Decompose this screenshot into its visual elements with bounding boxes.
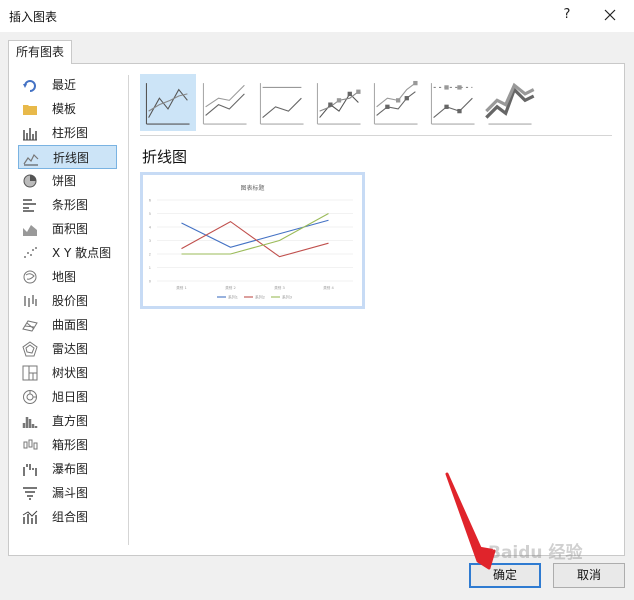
legend-label: 系列2 bbox=[255, 295, 266, 300]
horizontal-divider bbox=[140, 135, 612, 136]
sidebar-item[interactable]: 条形图 bbox=[18, 193, 117, 217]
dialog-title: 插入图表 bbox=[9, 10, 58, 24]
y-tick-label: 6 bbox=[149, 199, 151, 203]
y-tick-label: 3 bbox=[149, 239, 151, 243]
sidebar-item-label: 条形图 bbox=[52, 198, 89, 212]
sidebar-item-label: 直方图 bbox=[52, 414, 89, 428]
vertical-divider bbox=[128, 75, 129, 545]
sidebar-item[interactable]: 模板 bbox=[18, 97, 117, 121]
bar-chart-icon bbox=[22, 197, 38, 213]
preview-chart-title: 图表标题 bbox=[240, 184, 264, 192]
sidebar-item[interactable]: 旭日图 bbox=[18, 385, 117, 409]
y-tick-label: 2 bbox=[149, 253, 151, 257]
stacked-line-icon[interactable] bbox=[197, 74, 253, 131]
sidebar-item-label: 折线图 bbox=[53, 151, 90, 165]
sidebar-item-label: 瀑布图 bbox=[52, 462, 89, 476]
chart-type-list: 最近模板柱形图折线图饼图条形图面积图 X Y 散点图 地图股价图曲面图雷达图树状图旭… bbox=[18, 73, 118, 529]
sidebar-item[interactable]: X Y 散点图 bbox=[18, 241, 117, 265]
x-tick-label: 类别 1 bbox=[176, 285, 187, 290]
tab-all-charts[interactable]: 所有图表 bbox=[8, 40, 73, 64]
folder-icon bbox=[22, 101, 38, 117]
close-icon[interactable] bbox=[599, 4, 621, 26]
sidebar-item-label: 最近 bbox=[52, 78, 77, 92]
recent-icon bbox=[22, 77, 38, 93]
sidebar-item-label: 箱形图 bbox=[52, 438, 89, 452]
stock-chart-icon bbox=[22, 293, 38, 309]
sidebar-item-label: 饼图 bbox=[52, 174, 77, 188]
sidebar-item[interactable]: 树状图 bbox=[18, 361, 117, 385]
3d-line-icon[interactable] bbox=[482, 74, 538, 131]
sidebar-item[interactable]: 股价图 bbox=[18, 289, 117, 313]
box-whisker-chart-icon bbox=[22, 437, 38, 453]
sidebar-item-label: 股价图 bbox=[52, 294, 89, 308]
sidebar-item-label: 面积图 bbox=[52, 222, 89, 236]
treemap-chart-icon bbox=[22, 365, 38, 381]
help-button[interactable]: ? bbox=[556, 4, 578, 26]
sidebar-item[interactable]: 最近 bbox=[18, 73, 117, 97]
chart-preview[interactable]: 图表标题 0 1 2 3 4 5 6 类别 1 类别 2 类别 3 类别 4 系列1 系列2 系列3 bbox=[140, 172, 365, 309]
stacked-line-with-markers-icon[interactable] bbox=[368, 74, 424, 131]
sidebar-item-label: 曲面图 bbox=[52, 318, 89, 332]
sunburst-chart-icon bbox=[22, 389, 38, 405]
y-tick-label: 1 bbox=[149, 266, 151, 270]
sidebar-item[interactable]: 面积图 bbox=[18, 217, 117, 241]
scatter-chart-icon bbox=[22, 245, 38, 261]
area-chart-icon bbox=[22, 221, 38, 237]
surface-chart-icon bbox=[22, 317, 38, 333]
x-tick-label: 类别 2 bbox=[225, 285, 236, 290]
line-chart-icon bbox=[23, 150, 39, 166]
histogram-chart-icon bbox=[22, 413, 38, 429]
y-tick-label: 4 bbox=[149, 226, 152, 230]
x-tick-label: 类别 3 bbox=[274, 285, 285, 290]
sidebar-item[interactable]: 直方图 bbox=[18, 409, 117, 433]
title-bar: 插入图表 ? bbox=[0, 0, 634, 32]
sidebar-item-label: 雷达图 bbox=[52, 342, 89, 356]
y-tick-label: 0 bbox=[149, 280, 151, 284]
sidebar-item[interactable]: 地图 bbox=[18, 265, 117, 289]
sidebar-item[interactable]: 瀑布图 bbox=[18, 457, 117, 481]
y-tick-label: 5 bbox=[149, 212, 151, 216]
line-with-markers-icon[interactable] bbox=[311, 74, 367, 131]
sidebar-item-label: 树状图 bbox=[52, 366, 89, 380]
combo-chart-icon bbox=[22, 509, 38, 525]
cancel-button[interactable]: 取消 bbox=[553, 563, 625, 588]
sidebar-item[interactable]: 漏斗图 bbox=[18, 481, 117, 505]
preview-chart: 图表标题 0 1 2 3 4 5 6 类别 1 类别 2 类别 3 类别 4 系列1 系列2 系列3 bbox=[149, 184, 353, 300]
sidebar-item[interactable]: 曲面图 bbox=[18, 313, 117, 337]
legend-label: 系列3 bbox=[282, 295, 293, 300]
watermark: Baidu 经验 bbox=[488, 543, 583, 563]
ok-button[interactable]: 确定 bbox=[469, 563, 541, 588]
sidebar-item[interactable]: 雷达图 bbox=[18, 337, 117, 361]
funnel-chart-icon bbox=[22, 485, 38, 501]
column-chart-icon bbox=[22, 125, 38, 141]
waterfall-chart-icon bbox=[22, 461, 38, 477]
line-icon[interactable] bbox=[140, 74, 196, 131]
x-tick-label: 类别 4 bbox=[323, 285, 334, 290]
legend-label: 系列1 bbox=[228, 295, 239, 300]
pie-chart-icon bbox=[22, 173, 38, 189]
sidebar-item-label: 模板 bbox=[52, 102, 77, 116]
percent-stacked-line-with-markers-icon[interactable] bbox=[425, 74, 481, 131]
sidebar-item[interactable]: 折线图 bbox=[18, 145, 117, 169]
series-line bbox=[181, 219, 329, 248]
chart-subtype-heading: 折线图 bbox=[142, 148, 188, 166]
sidebar-item-label: 地图 bbox=[52, 270, 77, 284]
sidebar-item-label: 旭日图 bbox=[52, 390, 89, 404]
sidebar-item[interactable]: 组合图 bbox=[18, 505, 117, 529]
map-chart-icon bbox=[22, 269, 38, 285]
percent-stacked-line-icon[interactable] bbox=[254, 74, 310, 131]
sidebar-item-label: X Y 散点图 bbox=[52, 246, 112, 260]
sidebar-item[interactable]: 饼图 bbox=[18, 169, 117, 193]
sidebar-item-label: 柱形图 bbox=[52, 126, 89, 140]
sidebar-item[interactable]: 箱形图 bbox=[18, 433, 117, 457]
radar-chart-icon bbox=[22, 341, 38, 357]
sidebar-item-label: 漏斗图 bbox=[52, 486, 89, 500]
sidebar-item-label: 组合图 bbox=[52, 510, 89, 524]
sidebar-item[interactable]: 柱形图 bbox=[18, 121, 117, 145]
